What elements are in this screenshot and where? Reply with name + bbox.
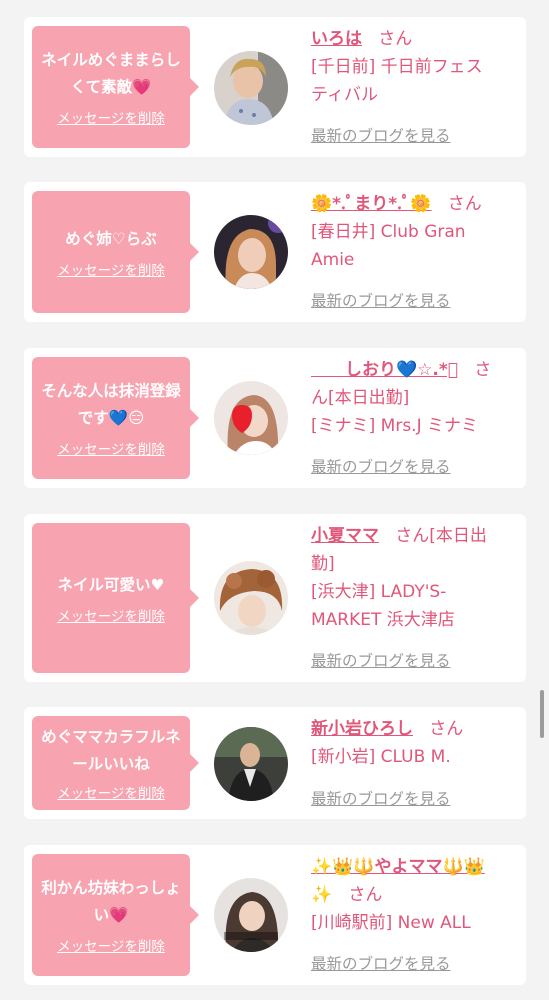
message-bubble: ネイルめぐままらしくて素敵💗 メッセージを削除 <box>32 26 199 148</box>
latest-blog-link[interactable]: 最新のブログを見る <box>311 649 451 671</box>
avatar[interactable] <box>214 51 288 125</box>
sender-name-link[interactable]: 小夏ママ <box>311 526 379 546</box>
sender-info: 新小岩ひろし さん [新小岩] CLUB M. <box>311 715 511 771</box>
honorific: さん <box>429 719 464 739</box>
status-text: 勤] <box>311 554 335 574</box>
avatar[interactable] <box>214 381 288 455</box>
sender-name-link[interactable]: ✨👑🔱やよママ🔱👑 <box>311 857 485 877</box>
avatar[interactable] <box>214 878 288 952</box>
message-text: ネイル可愛い♥ <box>57 575 165 594</box>
latest-blog-link[interactable]: 最新のブログを見る <box>311 289 451 311</box>
sender-name-link[interactable]: いろは <box>311 29 362 49</box>
message-text: ネイルめぐままらしくて素敵💗 <box>41 51 181 96</box>
shop-info: [千日前] 千日前フェス <box>311 57 483 77</box>
sender-info: ✨👑🔱やよママ🔱👑 ✨ さん [川崎駅前] New ALL <box>311 853 511 937</box>
message-text: そんな人は抹消登録です💙😑 <box>41 382 181 427</box>
list-item: ネイルめぐままらしくて素敵💗 メッセージを削除 いろは さん [千日前] 千日前… <box>24 17 526 157</box>
sender-info: しおり💙☆.*ﾟ さ ん[本日出勤] [ミナミ] Mrs.J ミナミ <box>311 356 511 440</box>
message-bubble: ネイル可愛い♥ メッセージを削除 <box>32 523 199 673</box>
avatar[interactable] <box>214 215 288 289</box>
message-bubble: 利かん坊妹わっしょい💗 メッセージを削除 <box>32 854 199 976</box>
list-item: 利かん坊妹わっしょい💗 メッセージを削除 ✨👑🔱やよママ🔱👑 ✨ さん [川崎駅… <box>24 845 526 985</box>
scrollbar[interactable] <box>540 690 544 738</box>
delete-message-link[interactable]: メッセージを削除 <box>57 935 165 955</box>
message-text: めぐママカラフルネールいいね <box>41 728 181 773</box>
sender-name-link[interactable]: 🌼*.ﾟまり*.ﾟ🌼 <box>311 194 432 214</box>
honorific: さん <box>348 885 383 905</box>
shop-info: [新小岩] CLUB M. <box>311 747 451 767</box>
latest-blog-link[interactable]: 最新のブログを見る <box>311 952 451 974</box>
shop-info: ティバル <box>311 85 378 105</box>
honorific: さ <box>474 360 492 380</box>
message-bubble: めぐママカラフルネールいいね メッセージを削除 <box>32 716 199 810</box>
honorific: さん <box>447 194 482 214</box>
sender-info: 小夏ママ さん[本日出 勤] [浜大津] LADY'S- MARKET 浜大津店 <box>311 522 511 634</box>
honorific: さん[本日出 <box>395 526 487 546</box>
latest-blog-link[interactable]: 最新のブログを見る <box>311 787 451 809</box>
delete-message-link[interactable]: メッセージを削除 <box>57 259 165 279</box>
message-list: ネイルめぐままらしくて素敵💗 メッセージを削除 いろは さん [千日前] 千日前… <box>0 0 549 1000</box>
delete-message-link[interactable]: メッセージを削除 <box>57 107 165 127</box>
avatar[interactable] <box>214 727 288 801</box>
message-bubble: めぐ姉♡らぶ メッセージを削除 <box>32 191 199 313</box>
shop-info: [川崎駅前] New ALL <box>311 913 471 933</box>
message-bubble: そんな人は抹消登録です💙😑 メッセージを削除 <box>32 357 199 479</box>
delete-message-link[interactable]: メッセージを削除 <box>57 438 165 458</box>
shop-info: MARKET 浜大津店 <box>311 610 455 630</box>
name-suffix: ✨ <box>311 885 333 905</box>
avatar[interactable] <box>214 561 288 635</box>
shop-info: [浜大津] LADY'S- <box>311 582 447 602</box>
message-text: 利かん坊妹わっしょい💗 <box>41 879 181 924</box>
shop-info: ん[本日出勤] <box>311 388 410 408</box>
delete-message-link[interactable]: メッセージを削除 <box>57 605 165 625</box>
shop-info: [春日井] Club Gran <box>311 222 466 242</box>
list-item: ネイル可愛い♥ メッセージを削除 小夏ママ さん[本日出 勤] [浜大津] LA… <box>24 514 526 682</box>
shop-info: Amie <box>311 250 355 270</box>
list-item: そんな人は抹消登録です💙😑 メッセージを削除 しおり💙☆.*ﾟ さ ん[本日出勤… <box>24 348 526 488</box>
shop-info: [ミナミ] Mrs.J ミナミ <box>311 416 479 436</box>
sender-info: 🌼*.ﾟまり*.ﾟ🌼 さん [春日井] Club Gran Amie <box>311 190 511 274</box>
latest-blog-link[interactable]: 最新のブログを見る <box>311 455 451 477</box>
latest-blog-link[interactable]: 最新のブログを見る <box>311 124 451 146</box>
honorific: さん <box>378 29 413 49</box>
delete-message-link[interactable]: メッセージを削除 <box>57 782 165 802</box>
sender-info: いろは さん [千日前] 千日前フェス ティバル <box>311 25 511 109</box>
sender-name-link[interactable]: 新小岩ひろし <box>311 719 413 739</box>
sender-name-link[interactable]: しおり💙☆.*ﾟ <box>311 360 458 380</box>
list-item: めぐママカラフルネールいいね メッセージを削除 新小岩ひろし さん [新小岩] … <box>24 707 526 819</box>
list-item: めぐ姉♡らぶ メッセージを削除 🌼*.ﾟまり*.ﾟ🌼 さん [春日井] Club… <box>24 182 526 322</box>
message-text: めぐ姉♡らぶ <box>65 229 157 248</box>
